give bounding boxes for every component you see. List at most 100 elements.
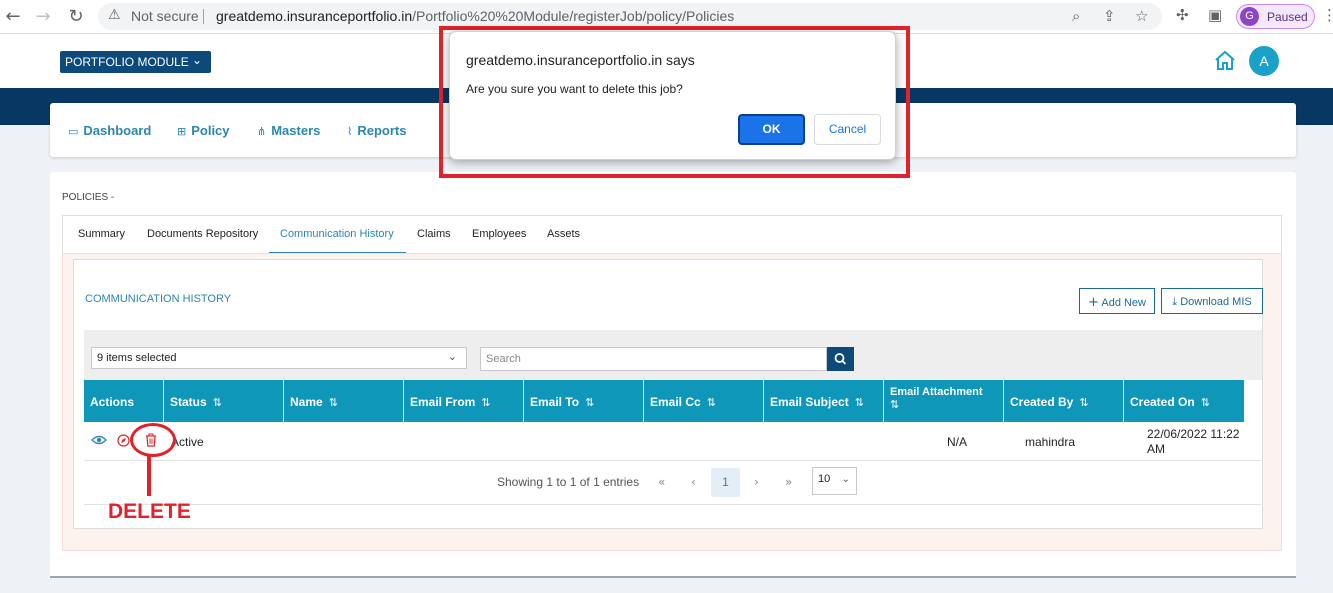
annotation-pointer [147, 456, 151, 496]
nav-dashboard[interactable]: ▭ Dashboard [68, 123, 151, 138]
first-page-icon[interactable]: « [658, 475, 665, 489]
extensions-puzzle-icon[interactable]: ✣ [1176, 6, 1189, 24]
table-row: Active N/A mahindra 22/06/2022 11:22 AM [84, 422, 1261, 461]
user-avatar[interactable]: A [1249, 46, 1279, 76]
nav-masters-label: Masters [271, 123, 321, 138]
plus-icon: + [1088, 295, 1099, 310]
annotation-circle [130, 423, 176, 457]
url-text: greatdemo.insuranceportfolio.in/Portfoli… [216, 8, 734, 24]
nav-reports-label: Reports [357, 123, 407, 138]
column-created-by[interactable]: Created By ⇅ [1004, 380, 1124, 422]
chevron-down-icon: ⌄ [447, 350, 457, 363]
column-email-attachment-label: Email Attachment [890, 386, 983, 398]
chevron-down-icon: ⌄ [841, 474, 850, 485]
download-icon: ⤓ [1172, 295, 1178, 308]
grid-icon: ⊞ [177, 125, 187, 138]
column-email-cc[interactable]: Email Cc ⇅ [644, 380, 764, 422]
tab-content: COMMUNICATION HISTORY + Add New ⤓ Downlo… [62, 253, 1282, 551]
section-title: COMMUNICATION HISTORY [85, 293, 232, 305]
monitor-icon: ▭ [68, 125, 79, 138]
nav-masters[interactable]: ⋔ Masters [257, 123, 320, 138]
security-label: Not secure [131, 8, 199, 24]
nav-policy-label: Policy [191, 123, 230, 138]
tab-claims[interactable]: Claims [417, 228, 451, 240]
page-bottom-border [50, 576, 1296, 578]
dialog-title: greatdemo.insuranceportfolio.in says [466, 52, 695, 68]
annotation-label: DELETE [108, 500, 191, 523]
column-email-to[interactable]: Email To ⇅ [524, 380, 644, 422]
row-status: Active [171, 435, 204, 449]
browser-menu-icon[interactable]: ⋮ [1322, 6, 1333, 24]
side-panel-icon[interactable]: ▣ [1208, 6, 1222, 24]
ok-button[interactable]: OK [738, 114, 805, 145]
page-title: POLICIES - [62, 192, 115, 203]
column-created-on[interactable]: Created On ⇅ [1124, 380, 1244, 422]
column-status[interactable]: Status ⇅ [164, 380, 284, 422]
current-page-button[interactable]: 1 [711, 468, 740, 497]
sort-icon: ⇅ [328, 396, 338, 409]
tab-communication-history[interactable]: Communication History [280, 228, 394, 240]
multiselect-value: 9 items selected [97, 352, 177, 364]
prev-page-icon[interactable]: ‹ [691, 475, 696, 489]
column-actions-label: Actions [90, 395, 135, 409]
nav-policy[interactable]: ⊞ Policy [177, 123, 230, 138]
search-button[interactable] [827, 347, 854, 371]
filter-bar: 9 items selected ⌄ Search [84, 330, 1262, 380]
zoom-icon[interactable]: ⌕ [1072, 7, 1080, 25]
column-multiselect[interactable]: 9 items selected ⌄ [91, 347, 467, 369]
sitemap-icon: ⋔ [257, 125, 267, 138]
back-arrow-icon[interactable]: ← [2, 6, 24, 28]
search-input[interactable]: Search [480, 347, 827, 371]
sort-icon: ⇅ [1079, 396, 1089, 409]
address-divider [203, 9, 204, 24]
tab-employees[interactable]: Employees [472, 228, 526, 240]
sort-icon: ⇅ [706, 396, 716, 409]
column-email-subject-label: Email Subject [770, 395, 849, 409]
edit-compass-icon[interactable] [117, 434, 130, 447]
row-created-by: mahindra [1025, 435, 1076, 449]
column-status-label: Status [170, 395, 207, 409]
warning-icon: ⚠ [108, 7, 121, 23]
row-created-on-time: AM [1147, 442, 1165, 456]
module-dropdown[interactable]: PORTFOLIO MODULE ⌄ [60, 51, 211, 73]
chevron-down-icon: ⌄ [191, 53, 202, 67]
sort-icon: ⇅ [481, 396, 491, 409]
home-icon[interactable] [1213, 49, 1237, 73]
tab-documents-repository[interactable]: Documents Repository [147, 228, 258, 240]
pagination-summary: Showing 1 to 1 of 1 entries [497, 475, 640, 489]
cancel-button[interactable]: Cancel [814, 114, 881, 145]
download-mis-button[interactable]: ⤓ Download MIS [1161, 288, 1263, 314]
next-page-icon[interactable]: › [754, 475, 759, 489]
row-created-on-date: 22/06/2022 11:22 [1147, 427, 1240, 441]
column-created-on-label: Created On [1130, 395, 1195, 409]
download-mis-label: Download MIS [1180, 296, 1252, 308]
column-name-label: Name [290, 395, 323, 409]
row-email-attachment: N/A [947, 435, 968, 449]
sort-icon: ⇅ [890, 398, 900, 411]
column-email-to-label: Email To [530, 395, 580, 409]
add-new-button[interactable]: + Add New [1079, 288, 1155, 314]
add-new-label: Add New [1101, 297, 1146, 309]
column-email-attachment[interactable]: Email Attachment ⇅ [884, 380, 1004, 422]
column-name[interactable]: Name ⇅ [284, 380, 404, 422]
share-icon[interactable]: ⇪ [1103, 7, 1116, 25]
forward-arrow-icon[interactable]: → [32, 6, 54, 28]
column-email-from[interactable]: Email From ⇅ [404, 380, 524, 422]
profile-status: Paused [1267, 10, 1308, 24]
reload-icon[interactable]: ↻ [65, 6, 87, 28]
sort-icon: ⇅ [212, 396, 222, 409]
column-email-subject[interactable]: Email Subject ⇅ [764, 380, 884, 422]
page-size-select[interactable]: 10 ⌄ [812, 467, 857, 495]
profile-button[interactable]: G Paused [1236, 4, 1315, 29]
confirm-dialog: greatdemo.insuranceportfolio.in says Are… [449, 31, 896, 160]
column-email-from-label: Email From [410, 395, 476, 409]
tab-summary[interactable]: Summary [78, 228, 125, 240]
nav-reports[interactable]: ⌇ Reports [347, 123, 407, 138]
bookmark-star-icon[interactable]: ☆ [1135, 7, 1148, 25]
tab-assets[interactable]: Assets [547, 228, 580, 240]
last-page-icon[interactable]: » [785, 475, 792, 489]
page-size-value: 10 [818, 473, 831, 485]
pagination: Showing 1 to 1 of 1 entries « ‹ 1 › » 10… [84, 461, 1261, 505]
url-host: greatdemo.insuranceportfolio.in [216, 8, 413, 24]
view-eye-icon[interactable] [91, 434, 107, 446]
